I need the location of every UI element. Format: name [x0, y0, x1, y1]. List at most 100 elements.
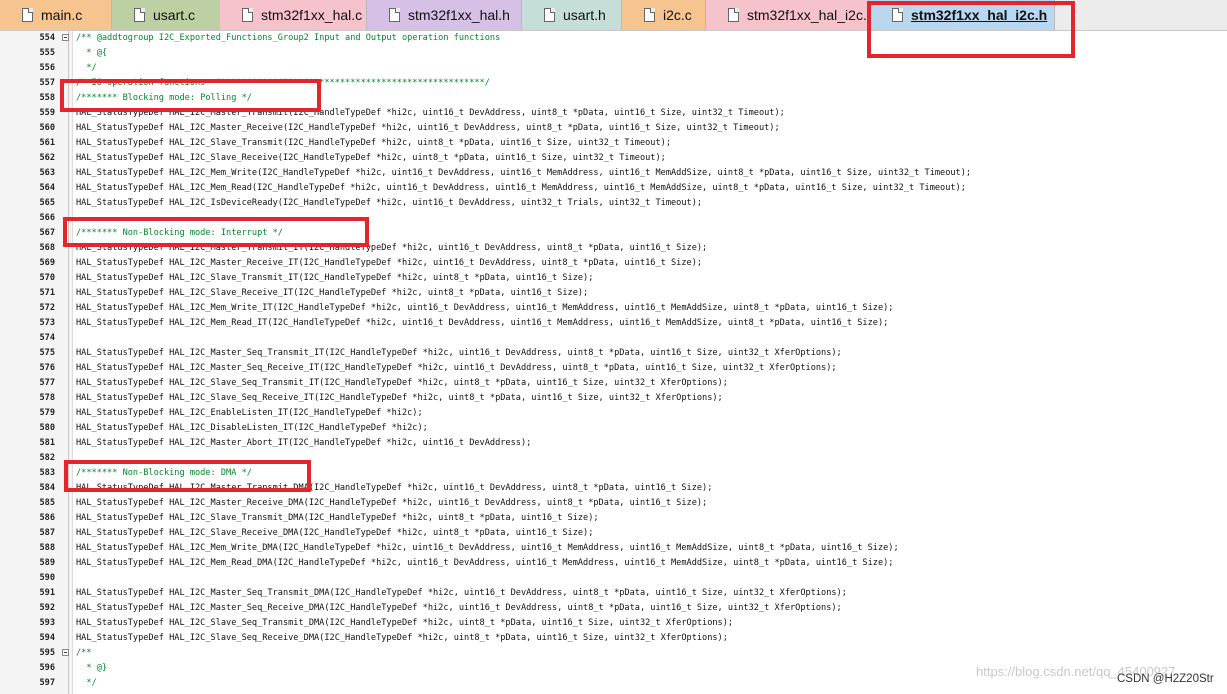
code-line[interactable]: 581 HAL_StatusTypeDef HAL_I2C_Master_Abor… [0, 436, 1227, 451]
line-number: 597 [39, 678, 55, 688]
code-line[interactable]: 582 [0, 451, 1227, 466]
line-number: 572 [39, 303, 55, 313]
line-number: 589 [39, 558, 55, 568]
code-line[interactable]: 572 HAL_StatusTypeDef HAL_I2C_Mem_Write_I… [0, 301, 1227, 316]
line-number: 557 [39, 78, 55, 88]
code-text: HAL_StatusTypeDef HAL_I2C_Slave_Receive_… [76, 288, 589, 298]
code-line[interactable]: 576 HAL_StatusTypeDef HAL_I2C_Master_Seq_… [0, 361, 1227, 376]
tab-stm32f1xx-hal-h[interactable]: stm32f1xx_hal.h [367, 0, 522, 30]
tab-stm32f1xx-hal-i2c-h[interactable]: stm32f1xx_hal_i2c.h [870, 0, 1055, 30]
code-line[interactable]: 578 HAL_StatusTypeDef HAL_I2C_Slave_Seq_R… [0, 391, 1227, 406]
line-number: 568 [39, 243, 55, 253]
code-line[interactable]: 594 HAL_StatusTypeDef HAL_I2C_Slave_Seq_R… [0, 631, 1227, 646]
code-text: HAL_StatusTypeDef HAL_I2C_Mem_Read(I2C_H… [76, 183, 966, 193]
tab-label: main.c [41, 7, 83, 23]
code-text: HAL_StatusTypeDef HAL_I2C_Master_Transmi… [76, 483, 713, 493]
code-line[interactable]: 565 HAL_StatusTypeDef HAL_I2C_IsDeviceRea… [0, 196, 1227, 211]
code-text: HAL_StatusTypeDef HAL_I2C_Master_Transmi… [76, 108, 785, 118]
code-line[interactable]: 583 /******* Non-Blocking mode: DMA */ [0, 466, 1227, 481]
code-line[interactable]: 559 HAL_StatusTypeDef HAL_I2C_Master_Tran… [0, 106, 1227, 121]
code-text: HAL_StatusTypeDef HAL_I2C_Mem_Read_IT(I2… [76, 318, 889, 328]
code-text: HAL_StatusTypeDef HAL_I2C_Slave_Receive_… [76, 528, 594, 538]
tab-i2c-c[interactable]: i2c.c [622, 0, 706, 30]
editor-tab-bar: main.c usart.c stm32f1xx_hal.c stm32f1xx_ha… [0, 0, 1227, 31]
code-line[interactable]: 592 HAL_StatusTypeDef HAL_I2C_Master_Seq_… [0, 601, 1227, 616]
code-line[interactable]: 568 HAL_StatusTypeDef HAL_I2C_Master_Tran… [0, 241, 1227, 256]
tab-usart-c[interactable]: usart.c [112, 0, 222, 30]
code-line[interactable]: 590 [0, 571, 1227, 586]
code-line[interactable]: 556 */ [0, 61, 1227, 76]
code-line[interactable]: 579 HAL_StatusTypeDef HAL_I2C_EnableListe… [0, 406, 1227, 421]
line-number: 593 [39, 618, 55, 628]
code-line[interactable]: 567 /******* Non-Blocking mode: Interrupt… [0, 226, 1227, 241]
tab-label: usart.c [153, 7, 196, 23]
file-icon [134, 8, 145, 22]
code-line[interactable]: 555 * @{ [0, 46, 1227, 61]
file-icon [644, 8, 655, 22]
line-number: 577 [39, 378, 55, 388]
code-line[interactable]: 573 HAL_StatusTypeDef HAL_I2C_Mem_Read_IT… [0, 316, 1227, 331]
code-line[interactable]: 589 HAL_StatusTypeDef HAL_I2C_Mem_Read_DM… [0, 556, 1227, 571]
line-number: 595 [39, 648, 55, 658]
line-number: 574 [39, 333, 55, 343]
tab-label: usart.h [563, 7, 606, 23]
code-line[interactable]: 570 HAL_StatusTypeDef HAL_I2C_Slave_Trans… [0, 271, 1227, 286]
tab-stm32f1xx-hal-c[interactable]: stm32f1xx_hal.c [220, 0, 367, 30]
code-line[interactable]: 591 HAL_StatusTypeDef HAL_I2C_Master_Seq_… [0, 586, 1227, 601]
fold-collapse-icon[interactable] [62, 649, 69, 656]
line-number: 587 [39, 528, 55, 538]
code-text: HAL_StatusTypeDef HAL_I2C_Master_Transmi… [76, 243, 708, 253]
code-line[interactable]: 563 HAL_StatusTypeDef HAL_I2C_Mem_Write(I… [0, 166, 1227, 181]
code-comment: /** @addtogroup I2C_Exported_Functions_G… [76, 33, 501, 43]
line-number: 566 [39, 213, 55, 223]
code-line[interactable]: 585 HAL_StatusTypeDef HAL_I2C_Master_Rece… [0, 496, 1227, 511]
code-line[interactable]: 571 HAL_StatusTypeDef HAL_I2C_Slave_Recei… [0, 286, 1227, 301]
code-editor[interactable]: 554 /** @addtogroup I2C_Exported_Function… [0, 31, 1227, 694]
code-text: HAL_StatusTypeDef HAL_I2C_Master_Seq_Rec… [76, 363, 837, 373]
code-line[interactable]: 575 HAL_StatusTypeDef HAL_I2C_Master_Seq_… [0, 346, 1227, 361]
code-line[interactable]: 560 HAL_StatusTypeDef HAL_I2C_Master_Rece… [0, 121, 1227, 136]
code-text: HAL_StatusTypeDef HAL_I2C_Slave_Seq_Tran… [76, 618, 734, 628]
code-line[interactable]: 586 HAL_StatusTypeDef HAL_I2C_Slave_Trans… [0, 511, 1227, 526]
code-line[interactable]: 558 /******* Blocking mode: Polling */ [0, 91, 1227, 106]
line-number: 573 [39, 318, 55, 328]
code-comment: * @{ [76, 48, 108, 58]
code-line[interactable]: 595 /** [0, 646, 1227, 661]
code-line[interactable]: 577 HAL_StatusTypeDef HAL_I2C_Slave_Seq_T… [0, 376, 1227, 391]
code-text: HAL_StatusTypeDef HAL_I2C_Slave_Seq_Tran… [76, 378, 728, 388]
code-line[interactable]: 557 /* IO operation functions ***********… [0, 76, 1227, 91]
tab-label: stm32f1xx_hal.c [261, 7, 363, 23]
code-line[interactable]: 569 HAL_StatusTypeDef HAL_I2C_Master_Rece… [0, 256, 1227, 271]
code-line[interactable]: 587 HAL_StatusTypeDef HAL_I2C_Slave_Recei… [0, 526, 1227, 541]
file-icon [389, 8, 400, 22]
code-line[interactable]: 566 [0, 211, 1227, 226]
line-number: 559 [39, 108, 55, 118]
line-number: 563 [39, 168, 55, 178]
code-line[interactable]: 580 HAL_StatusTypeDef HAL_I2C_DisableList… [0, 421, 1227, 436]
code-text: HAL_StatusTypeDef HAL_I2C_Master_Seq_Tra… [76, 348, 842, 358]
line-number: 591 [39, 588, 55, 598]
code-line[interactable]: 593 HAL_StatusTypeDef HAL_I2C_Slave_Seq_T… [0, 616, 1227, 631]
code-text: HAL_StatusTypeDef HAL_I2C_Slave_Receive(… [76, 153, 666, 163]
line-number: 555 [39, 48, 55, 58]
tab-usart-h[interactable]: usart.h [522, 0, 622, 30]
code-comment: /* IO operation functions **************… [76, 78, 490, 88]
code-line[interactable]: 554 /** @addtogroup I2C_Exported_Function… [0, 31, 1227, 46]
code-line[interactable]: 584 HAL_StatusTypeDef HAL_I2C_Master_Tran… [0, 481, 1227, 496]
code-line[interactable]: 588 HAL_StatusTypeDef HAL_I2C_Mem_Write_D… [0, 541, 1227, 556]
code-line[interactable]: 574 [0, 331, 1227, 346]
code-comment: /******* Non-Blocking mode: Interrupt */ [76, 228, 283, 238]
code-text: HAL_StatusTypeDef HAL_I2C_Master_Seq_Rec… [76, 603, 842, 613]
line-number: 596 [39, 663, 55, 673]
code-text: HAL_StatusTypeDef HAL_I2C_DisableListen_… [76, 423, 428, 433]
tab-main-c[interactable]: main.c [0, 0, 112, 30]
code-text: HAL_StatusTypeDef HAL_I2C_Mem_Read_DMA(I… [76, 558, 894, 568]
line-number: 567 [39, 228, 55, 238]
code-line[interactable]: 564 HAL_StatusTypeDef HAL_I2C_Mem_Read(I2… [0, 181, 1227, 196]
code-line[interactable]: 561 HAL_StatusTypeDef HAL_I2C_Slave_Trans… [0, 136, 1227, 151]
code-text: HAL_StatusTypeDef HAL_I2C_Slave_Transmit… [76, 513, 599, 523]
tab-stm32f1xx-hal-i2c-c[interactable]: stm32f1xx_hal_i2c.c [706, 0, 874, 30]
file-icon [892, 8, 903, 22]
code-line[interactable]: 562 HAL_StatusTypeDef HAL_I2C_Slave_Recei… [0, 151, 1227, 166]
fold-collapse-icon[interactable] [62, 34, 69, 41]
